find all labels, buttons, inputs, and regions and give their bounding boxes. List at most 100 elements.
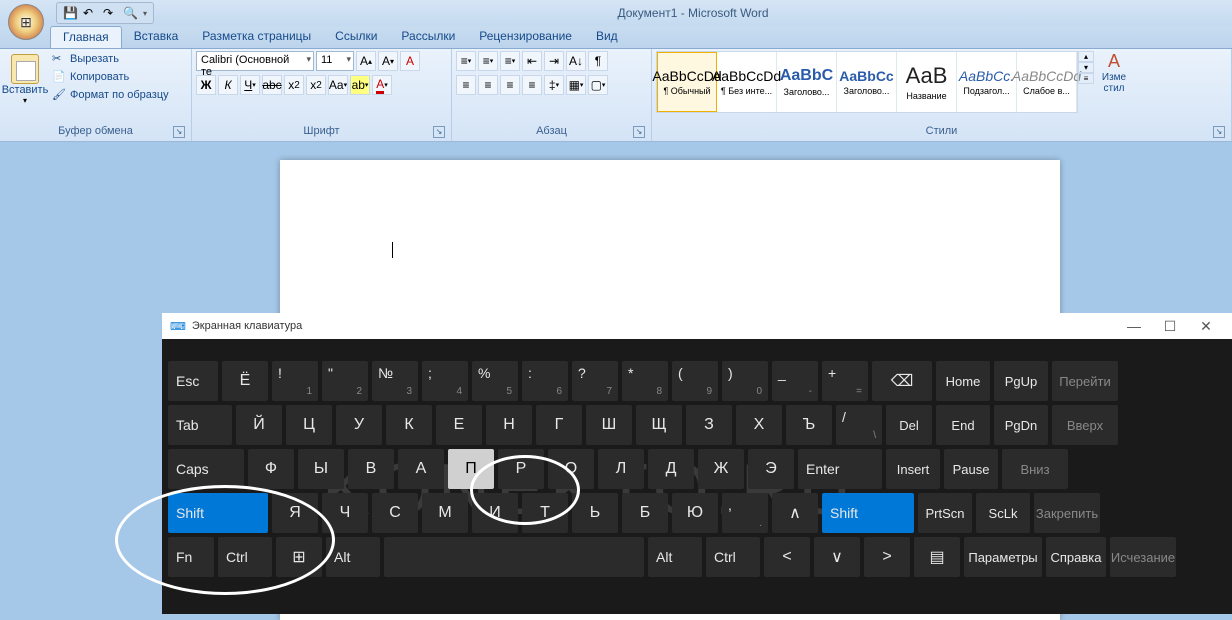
font-family-combo[interactable]: Calibri (Основной те▾: [196, 51, 314, 71]
superscript-button[interactable]: x2: [306, 75, 326, 95]
highlight-button[interactable]: ab▾: [350, 75, 370, 95]
font-dialog-launcher[interactable]: ↘: [433, 126, 445, 138]
key-enter[interactable]: Enter: [798, 449, 882, 489]
key-,[interactable]: ,.: [722, 493, 768, 533]
key-у[interactable]: У: [336, 405, 382, 445]
tab-view[interactable]: Вид: [584, 26, 630, 48]
key-end[interactable]: End: [936, 405, 990, 445]
key-space[interactable]: [384, 537, 644, 577]
key-?[interactable]: ?7: [572, 361, 618, 401]
align-left-button[interactable]: ≡: [456, 75, 476, 95]
key-∨[interactable]: ∨: [814, 537, 860, 577]
key-ь[interactable]: Ь: [572, 493, 618, 533]
maximize-button[interactable]: ☐: [1152, 318, 1188, 335]
undo-icon[interactable]: ↶: [83, 6, 97, 20]
key-л[interactable]: Л: [598, 449, 644, 489]
copy-button[interactable]: 📄Копировать: [50, 69, 171, 85]
key-и[interactable]: И: [472, 493, 518, 533]
key-о[interactable]: О: [548, 449, 594, 489]
key-⌫[interactable]: ⌫: [872, 361, 932, 401]
key-г[interactable]: Г: [536, 405, 582, 445]
key-pgup[interactable]: PgUp: [994, 361, 1048, 401]
subscript-button[interactable]: x2: [284, 75, 304, 95]
paragraph-dialog-launcher[interactable]: ↘: [633, 126, 645, 138]
key-ctrl[interactable]: Ctrl: [218, 537, 272, 577]
style-item[interactable]: AaBbCЗаголово...: [777, 52, 837, 112]
key-э[interactable]: Э: [748, 449, 794, 489]
style-item[interactable]: AaBbCc.Подзагол...: [957, 52, 1017, 112]
font-color-button[interactable]: A▾: [372, 75, 392, 95]
font-size-combo[interactable]: 11▾: [316, 51, 354, 71]
key-б[interactable]: Б: [622, 493, 668, 533]
key-tab[interactable]: Tab: [168, 405, 232, 445]
key-т[interactable]: Т: [522, 493, 568, 533]
tab-review[interactable]: Рецензирование: [467, 26, 584, 48]
key-*[interactable]: *8: [622, 361, 668, 401]
style-item[interactable]: AaBbCcDd¶ Без инте...: [717, 52, 777, 112]
change-styles-button[interactable]: A Изме стил: [1094, 51, 1134, 94]
bullets-button[interactable]: ≡▾: [456, 51, 476, 71]
italic-button[interactable]: К: [218, 75, 238, 95]
bold-button[interactable]: Ж: [196, 75, 216, 95]
key-_[interactable]: _-: [772, 361, 818, 401]
key-исчезание[interactable]: Исчезание: [1110, 537, 1176, 577]
style-item[interactable]: АаВНазвание: [897, 52, 957, 112]
key-х[interactable]: Х: [736, 405, 782, 445]
key->[interactable]: >: [864, 537, 910, 577]
key-п[interactable]: П: [448, 449, 494, 489]
key-ё[interactable]: Ё: [222, 361, 268, 401]
line-spacing-button[interactable]: ‡▾: [544, 75, 564, 95]
key-fn[interactable]: Fn: [168, 537, 214, 577]
align-right-button[interactable]: ≡: [500, 75, 520, 95]
key-alt[interactable]: Alt: [326, 537, 380, 577]
key-([interactable]: (9: [672, 361, 718, 401]
key-"[interactable]: "2: [322, 361, 368, 401]
tab-insert[interactable]: Вставка: [122, 26, 191, 48]
key-ctrl[interactable]: Ctrl: [706, 537, 760, 577]
cut-button[interactable]: ✂Вырезать: [50, 51, 171, 67]
key-prtscn[interactable]: PrtScn: [918, 493, 972, 533]
print-preview-icon[interactable]: 🔍: [123, 6, 137, 20]
key-ч[interactable]: Ч: [322, 493, 368, 533]
key-параметры[interactable]: Параметры: [964, 537, 1042, 577]
numbering-button[interactable]: ≡▾: [478, 51, 498, 71]
office-button[interactable]: ⊞: [8, 4, 44, 40]
style-item[interactable]: AaBbCcЗаголово...: [837, 52, 897, 112]
multilevel-button[interactable]: ≡▾: [500, 51, 520, 71]
clipboard-dialog-launcher[interactable]: ↘: [173, 126, 185, 138]
key-∧[interactable]: ∧: [772, 493, 818, 533]
key-%[interactable]: %5: [472, 361, 518, 401]
key-shift[interactable]: Shift: [822, 493, 914, 533]
key-shift[interactable]: Shift: [168, 493, 268, 533]
paste-button[interactable]: Вставить ▾: [4, 51, 46, 108]
key-/[interactable]: /\: [836, 405, 882, 445]
change-case-button[interactable]: Aa▾: [328, 75, 348, 95]
key-й[interactable]: Й: [236, 405, 282, 445]
key-pause[interactable]: Pause: [944, 449, 998, 489]
key-ж[interactable]: Ж: [698, 449, 744, 489]
styles-scroll-up[interactable]: ▴: [1078, 51, 1094, 62]
tab-references[interactable]: Ссылки: [323, 26, 389, 48]
key-:[interactable]: :6: [522, 361, 568, 401]
key-№[interactable]: №3: [372, 361, 418, 401]
key-ы[interactable]: Ы: [298, 449, 344, 489]
key-![interactable]: !1: [272, 361, 318, 401]
key-я[interactable]: Я: [272, 493, 318, 533]
key-ш[interactable]: Ш: [586, 405, 632, 445]
shading-button[interactable]: ▦▾: [566, 75, 586, 95]
key-caps[interactable]: Caps: [168, 449, 244, 489]
key-alt[interactable]: Alt: [648, 537, 702, 577]
key-перейти[interactable]: Перейти: [1052, 361, 1118, 401]
key-+[interactable]: +=: [822, 361, 868, 401]
style-item[interactable]: AaBbCcDd¶ Обычный: [657, 52, 717, 112]
redo-icon[interactable]: ↷: [103, 6, 117, 20]
tab-page-layout[interactable]: Разметка страницы: [190, 26, 323, 48]
key-ъ[interactable]: Ъ: [786, 405, 832, 445]
tab-home[interactable]: Главная: [50, 26, 122, 48]
styles-scroll-down[interactable]: ▾: [1078, 62, 1094, 73]
key-del[interactable]: Del: [886, 405, 932, 445]
key-а[interactable]: А: [398, 449, 444, 489]
styles-gallery[interactable]: AaBbCcDd¶ ОбычныйAaBbCcDd¶ Без инте...Aa…: [656, 51, 1078, 113]
styles-expand[interactable]: ≡: [1078, 73, 1094, 84]
tab-mailings[interactable]: Рассылки: [389, 26, 467, 48]
